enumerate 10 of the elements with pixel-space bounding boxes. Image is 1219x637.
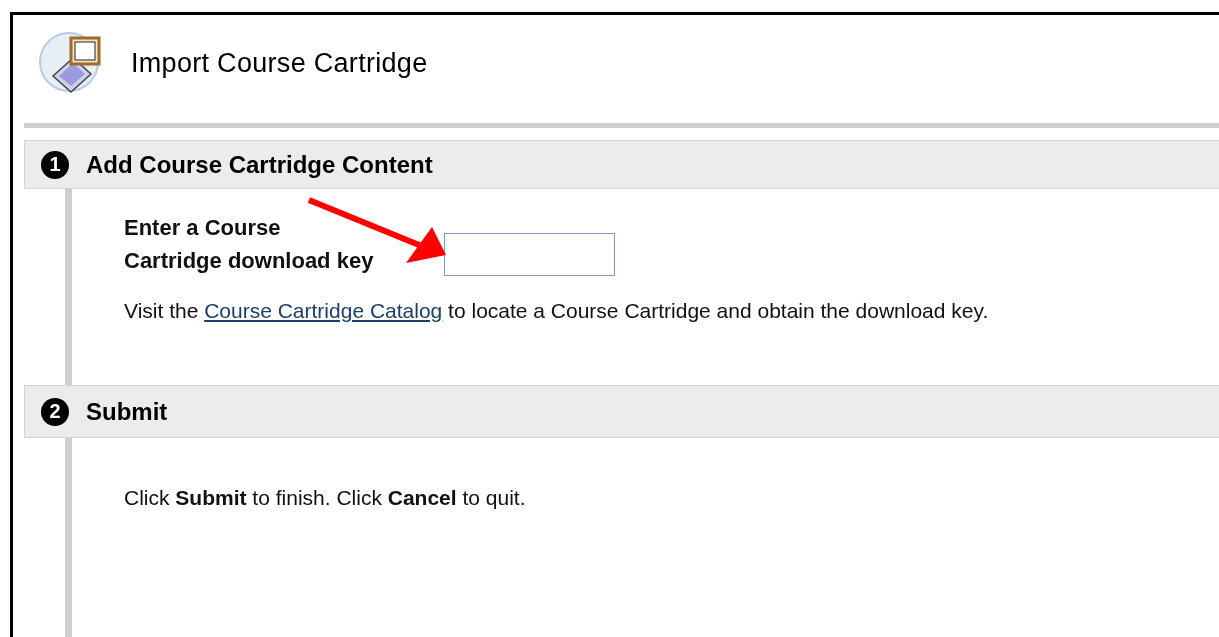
catalog-hint: Visit the Course Cartridge Catalog to locate a Course Cartridge and obtain the download key. bbox=[124, 299, 990, 323]
page-title: Import Course Cartridge bbox=[131, 47, 428, 79]
step-title: Add Course Cartridge Content bbox=[86, 150, 433, 179]
download-key-field[interactable] bbox=[444, 233, 615, 276]
submit-instructions: Click Submit to finish. Click Cancel to quit. bbox=[124, 485, 527, 510]
step-number: 2 bbox=[41, 397, 69, 426]
step-title: Submit bbox=[86, 397, 168, 426]
step-number: 1 bbox=[41, 150, 69, 179]
catalog-link[interactable]: Course Cartridge Catalog bbox=[204, 299, 443, 322]
field-label: Enter a Course Cartridge download key bbox=[124, 214, 374, 275]
